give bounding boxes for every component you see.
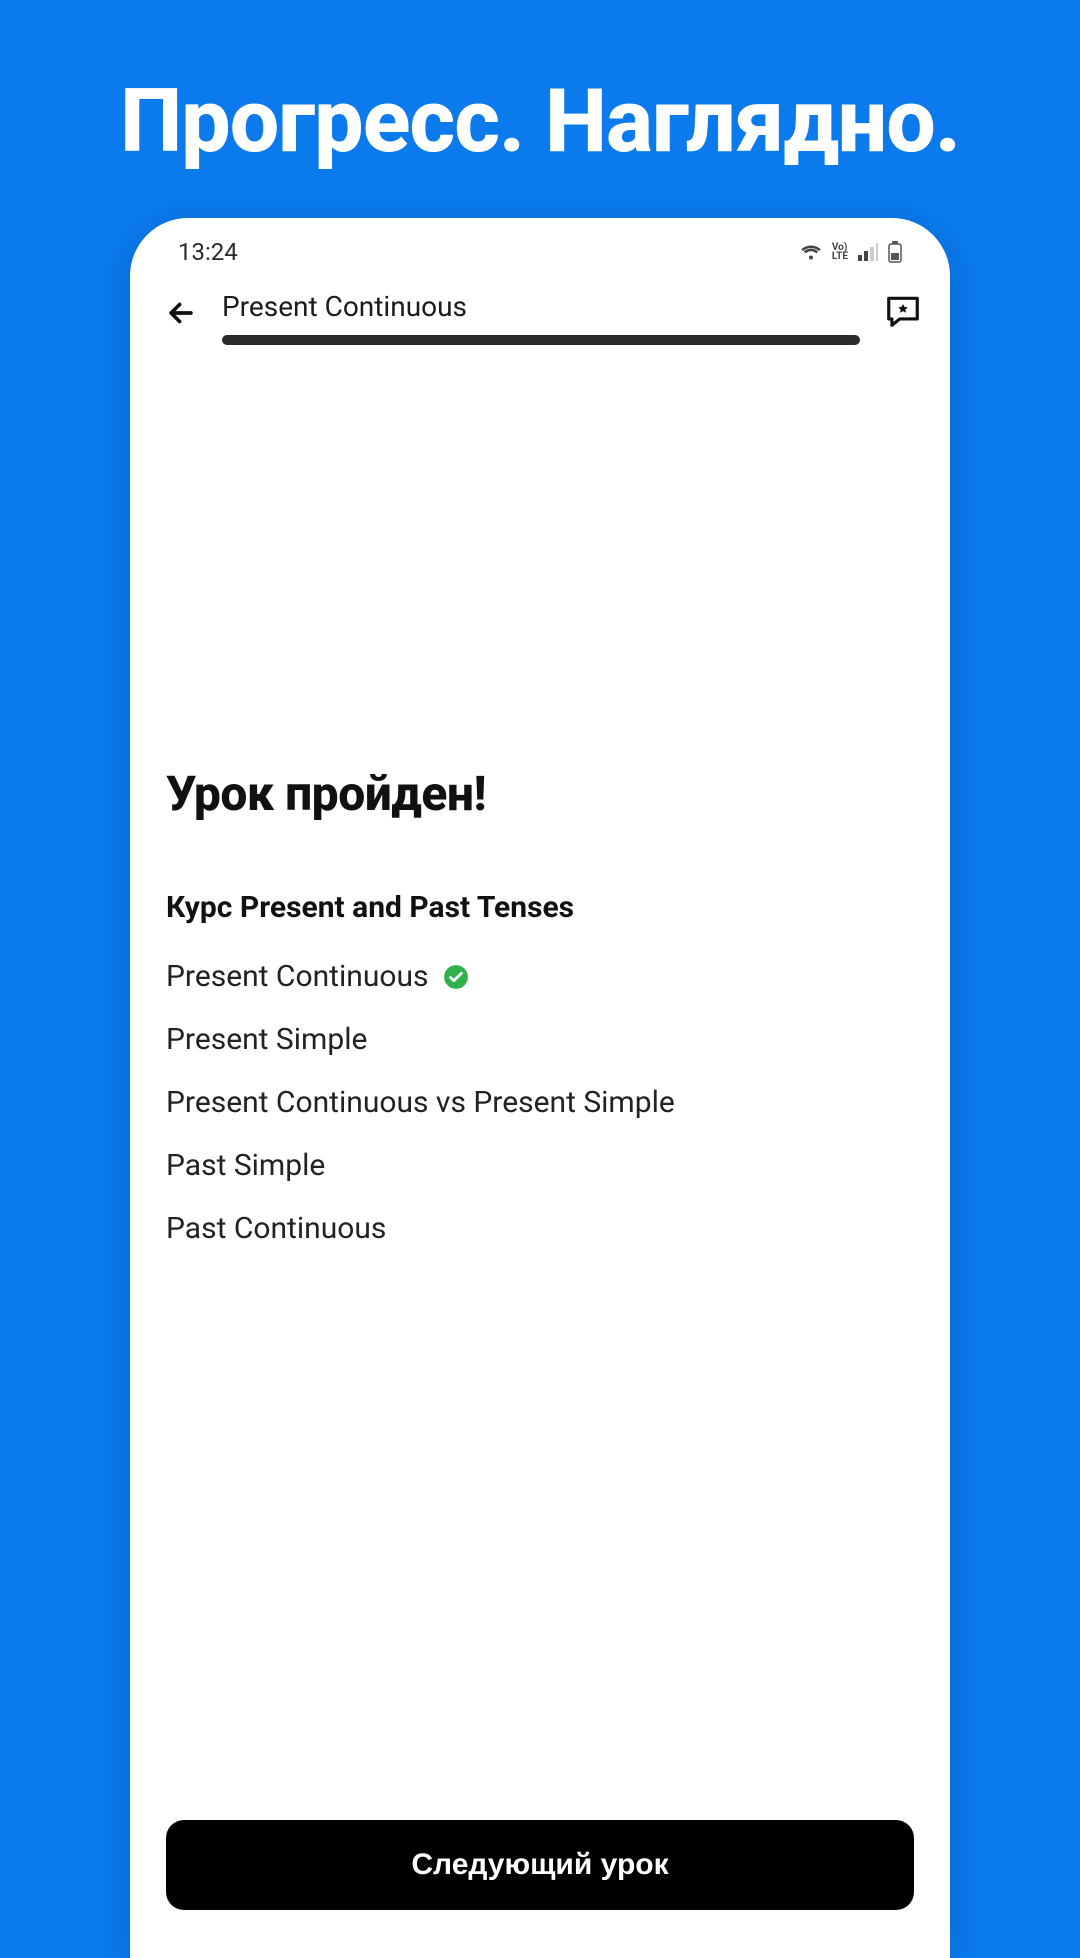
header-title: Present Continuous (222, 290, 860, 323)
back-button[interactable] (164, 290, 198, 334)
lesson-list: Present Continuous Present Simple Present … (166, 945, 914, 1260)
lesson-label: Past Simple (166, 1148, 325, 1183)
lesson-complete-heading: Урок пройден! (166, 765, 914, 822)
signal-icon (858, 243, 878, 261)
course-title: Курс Present and Past Tenses (166, 890, 914, 925)
lesson-item[interactable]: Past Continuous (166, 1197, 914, 1260)
lesson-label: Past Continuous (166, 1211, 386, 1246)
app-header: Present Continuous (130, 272, 950, 345)
header-center: Present Continuous (222, 290, 860, 345)
lesson-item[interactable]: Present Simple (166, 1008, 914, 1071)
status-bar: 13:24 Vo)LTE (130, 218, 950, 272)
status-indicators: Vo)LTE (800, 241, 902, 263)
lesson-label: Present Simple (166, 1022, 367, 1057)
progress-bar (222, 335, 860, 345)
wifi-icon (800, 243, 822, 261)
phone-frame: 13:24 Vo)LTE Present Continuous Урок про (130, 218, 950, 1958)
content-area: Урок пройден! Курс Present and Past Tens… (130, 765, 950, 1260)
status-time: 13:24 (178, 238, 238, 266)
lesson-item[interactable]: Past Simple (166, 1134, 914, 1197)
check-icon (443, 964, 469, 990)
bookmark-feedback-button[interactable] (884, 290, 922, 334)
lesson-item[interactable]: Present Continuous vs Present Simple (166, 1071, 914, 1134)
volte-icon: Vo)LTE (832, 243, 848, 261)
next-lesson-button[interactable]: Следующий урок (166, 1820, 914, 1910)
promo-title: Прогресс. Наглядно. (0, 0, 1080, 173)
lesson-label: Present Continuous (166, 959, 429, 994)
battery-icon (888, 241, 902, 263)
lesson-item[interactable]: Present Continuous (166, 945, 914, 1008)
lesson-label: Present Continuous vs Present Simple (166, 1085, 675, 1120)
